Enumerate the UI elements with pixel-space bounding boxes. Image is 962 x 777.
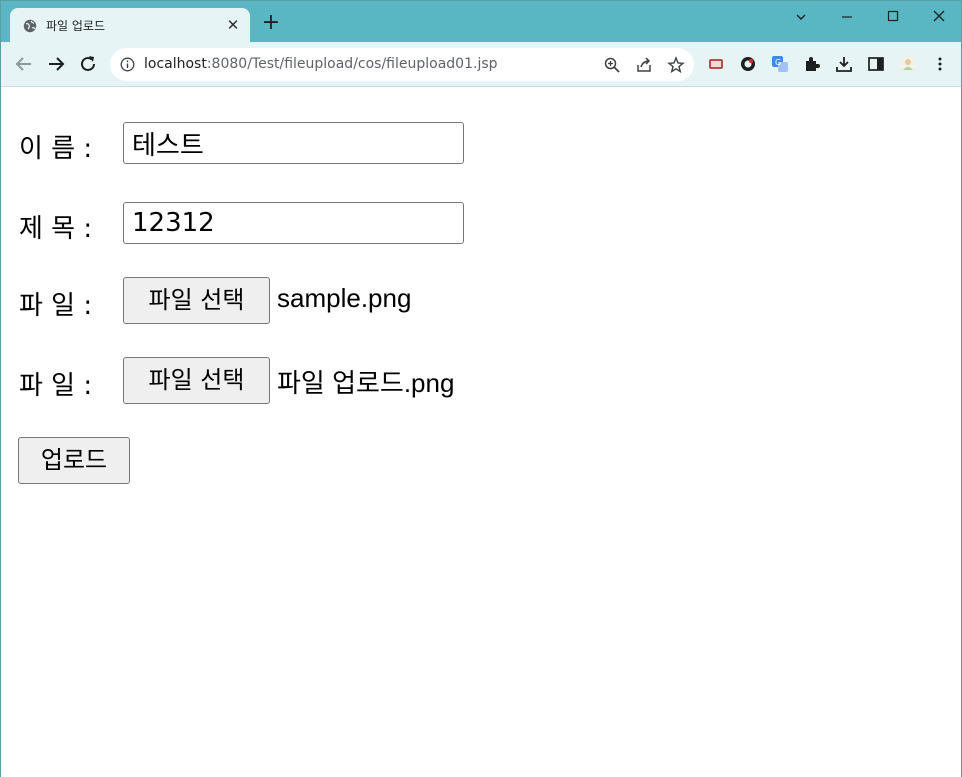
translate-extension-icon[interactable]: G — [771, 55, 789, 73]
maximize-icon[interactable] — [882, 7, 904, 27]
name-label: 이 름 : — [19, 134, 93, 164]
page-content: 이 름 : 제 목 : 파 일 : 파일 선택 sample.png 파 일 :… — [1, 87, 961, 777]
svg-text:G: G — [775, 58, 781, 67]
cast-extension-icon[interactable] — [707, 55, 725, 73]
bookmark-star-icon[interactable] — [667, 56, 685, 74]
file2-name: 파일 업로드.png — [277, 368, 455, 398]
share-icon[interactable] — [635, 56, 653, 74]
close-window-icon[interactable] — [928, 7, 950, 27]
upload-button[interactable]: 업로드 — [18, 437, 130, 484]
download-icon[interactable] — [835, 55, 853, 73]
side-panel-icon[interactable] — [867, 55, 885, 73]
tab-title: 파일 업로드 — [46, 19, 106, 33]
browser-toolbar: localhost:8080/Test/fileupload/cos/fileu… — [1, 42, 961, 87]
browser-tab[interactable]: 파일 업로드 ✕ — [10, 8, 250, 42]
url-host: localhost — [144, 56, 207, 72]
url-path: :8080/Test/fileupload/cos/fileupload01.j… — [206, 56, 498, 72]
tab-search-icon[interactable] — [790, 7, 812, 27]
zoom-icon[interactable] — [603, 56, 621, 74]
extension-circle-icon[interactable] — [739, 55, 757, 73]
minimize-icon[interactable] — [836, 7, 858, 27]
url-text: localhost:8080/Test/fileupload/cos/fileu… — [144, 56, 498, 72]
file2-choose-button[interactable]: 파일 선택 — [123, 357, 270, 404]
subject-input[interactable] — [123, 202, 464, 244]
reload-icon[interactable] — [77, 53, 99, 75]
extensions-puzzle-icon[interactable] — [803, 55, 821, 73]
file1-name: sample.png — [277, 283, 412, 313]
new-tab-button[interactable]: + — [261, 12, 281, 34]
file1-choose-button[interactable]: 파일 선택 — [123, 277, 270, 324]
close-tab-icon[interactable]: ✕ — [224, 16, 242, 34]
file2-label: 파 일 : — [19, 371, 93, 401]
name-input[interactable] — [123, 122, 464, 164]
site-info-icon[interactable] — [120, 57, 135, 72]
address-bar[interactable]: localhost:8080/Test/fileupload/cos/fileu… — [110, 48, 694, 81]
subject-label: 제 목 : — [19, 214, 93, 244]
globe-icon — [23, 19, 37, 33]
browser-window: 파일 업로드 ✕ + localhost:8080/Test/fileuploa… — [0, 0, 962, 777]
profile-avatar-icon[interactable] — [899, 55, 917, 73]
forward-icon[interactable] — [45, 53, 67, 75]
menu-kebab-icon[interactable] — [931, 55, 949, 73]
file1-label: 파 일 : — [19, 291, 93, 321]
back-icon[interactable] — [13, 53, 35, 75]
title-bar: 파일 업로드 ✕ + — [1, 1, 961, 42]
